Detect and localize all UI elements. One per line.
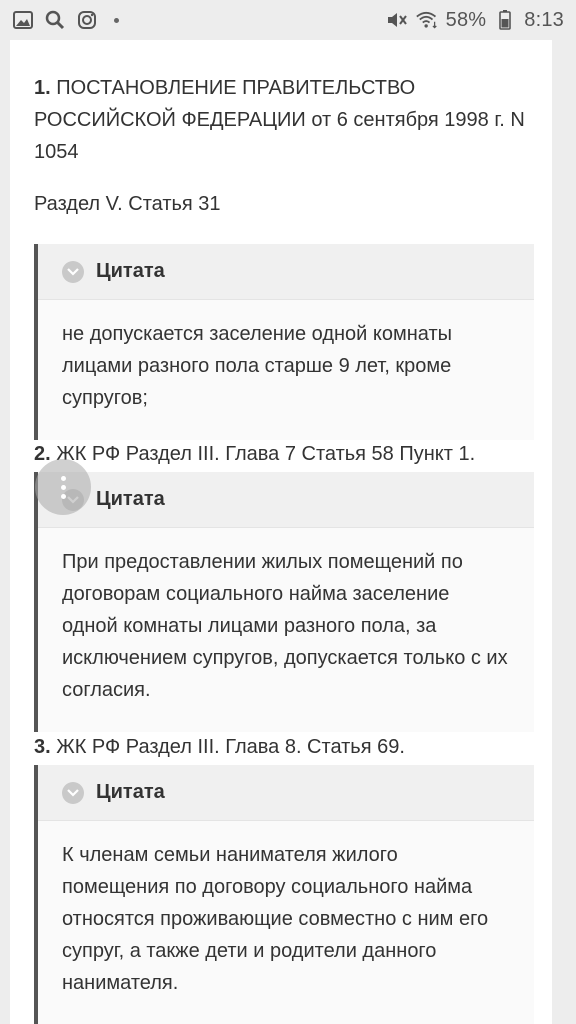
quote-text: К членам семьи нанимателя жилого помещен… xyxy=(38,821,534,999)
mute-icon xyxy=(386,9,408,31)
list-item[interactable]: 2. ЖК РФ Раздел III. Глава 7 Статья 58 П… xyxy=(34,440,475,468)
quote-block: Цитата К членам семьи нанимателя жилого … xyxy=(34,765,534,1024)
status-bar: 58% 8:13 xyxy=(0,0,576,40)
wifi-icon xyxy=(415,9,438,31)
quote-block: Цитата не допускается заселение одной ко… xyxy=(34,244,534,440)
more-options-button[interactable] xyxy=(35,459,91,515)
content-page: 1. ПОСТАНОВЛЕНИЕ ПРАВИТЕЛЬСТВО РОССИЙСКО… xyxy=(10,40,552,1024)
quote-text: При предоставлении жилых помещений по до… xyxy=(38,528,534,706)
more-vertical-icon xyxy=(60,475,66,481)
quote-label: Цитата xyxy=(96,781,165,803)
battery-percent: 58% xyxy=(445,8,487,31)
quote-header[interactable]: Цитата xyxy=(38,472,534,528)
dot-icon xyxy=(114,17,119,23)
search-icon xyxy=(44,9,66,31)
chevron-down-icon xyxy=(62,781,84,804)
chevron-down-icon xyxy=(62,260,84,283)
section-reference: Раздел V. Статья 31 xyxy=(34,193,221,215)
quote-header[interactable]: Цитата xyxy=(38,244,534,300)
quote-label: Цитата xyxy=(96,260,165,282)
document-title[interactable]: 1. ПОСТАНОВЛЕНИЕ ПРАВИТЕЛЬСТВО РОССИЙСКО… xyxy=(34,72,534,168)
item-number: 3. xyxy=(34,736,51,758)
item-number: 1. xyxy=(34,77,51,99)
quote-block: Цитата При предоставлении жилых помещени… xyxy=(34,472,534,732)
quote-text: не допускается заселение одной комнаты л… xyxy=(38,300,534,414)
item-text: ЖК РФ Раздел III. Глава 7 Статья 58 Пунк… xyxy=(56,443,476,465)
clock: 8:13 xyxy=(524,8,564,31)
image-icon xyxy=(12,9,34,31)
quote-header[interactable]: Цитата xyxy=(38,765,534,821)
quote-label: Цитата xyxy=(96,488,165,510)
battery-icon xyxy=(494,9,516,31)
list-item[interactable]: 3. ЖК РФ Раздел III. Глава 8. Статья 69. xyxy=(34,733,405,761)
more-vertical-icon xyxy=(60,493,66,499)
instagram-icon xyxy=(76,9,98,31)
item-text: ЖК РФ Раздел III. Глава 8. Статья 69. xyxy=(56,736,405,758)
more-vertical-icon xyxy=(60,484,66,490)
document-title-text: ПОСТАНОВЛЕНИЕ ПРАВИТЕЛЬСТВО РОССИЙСКОЙ Ф… xyxy=(34,77,525,163)
